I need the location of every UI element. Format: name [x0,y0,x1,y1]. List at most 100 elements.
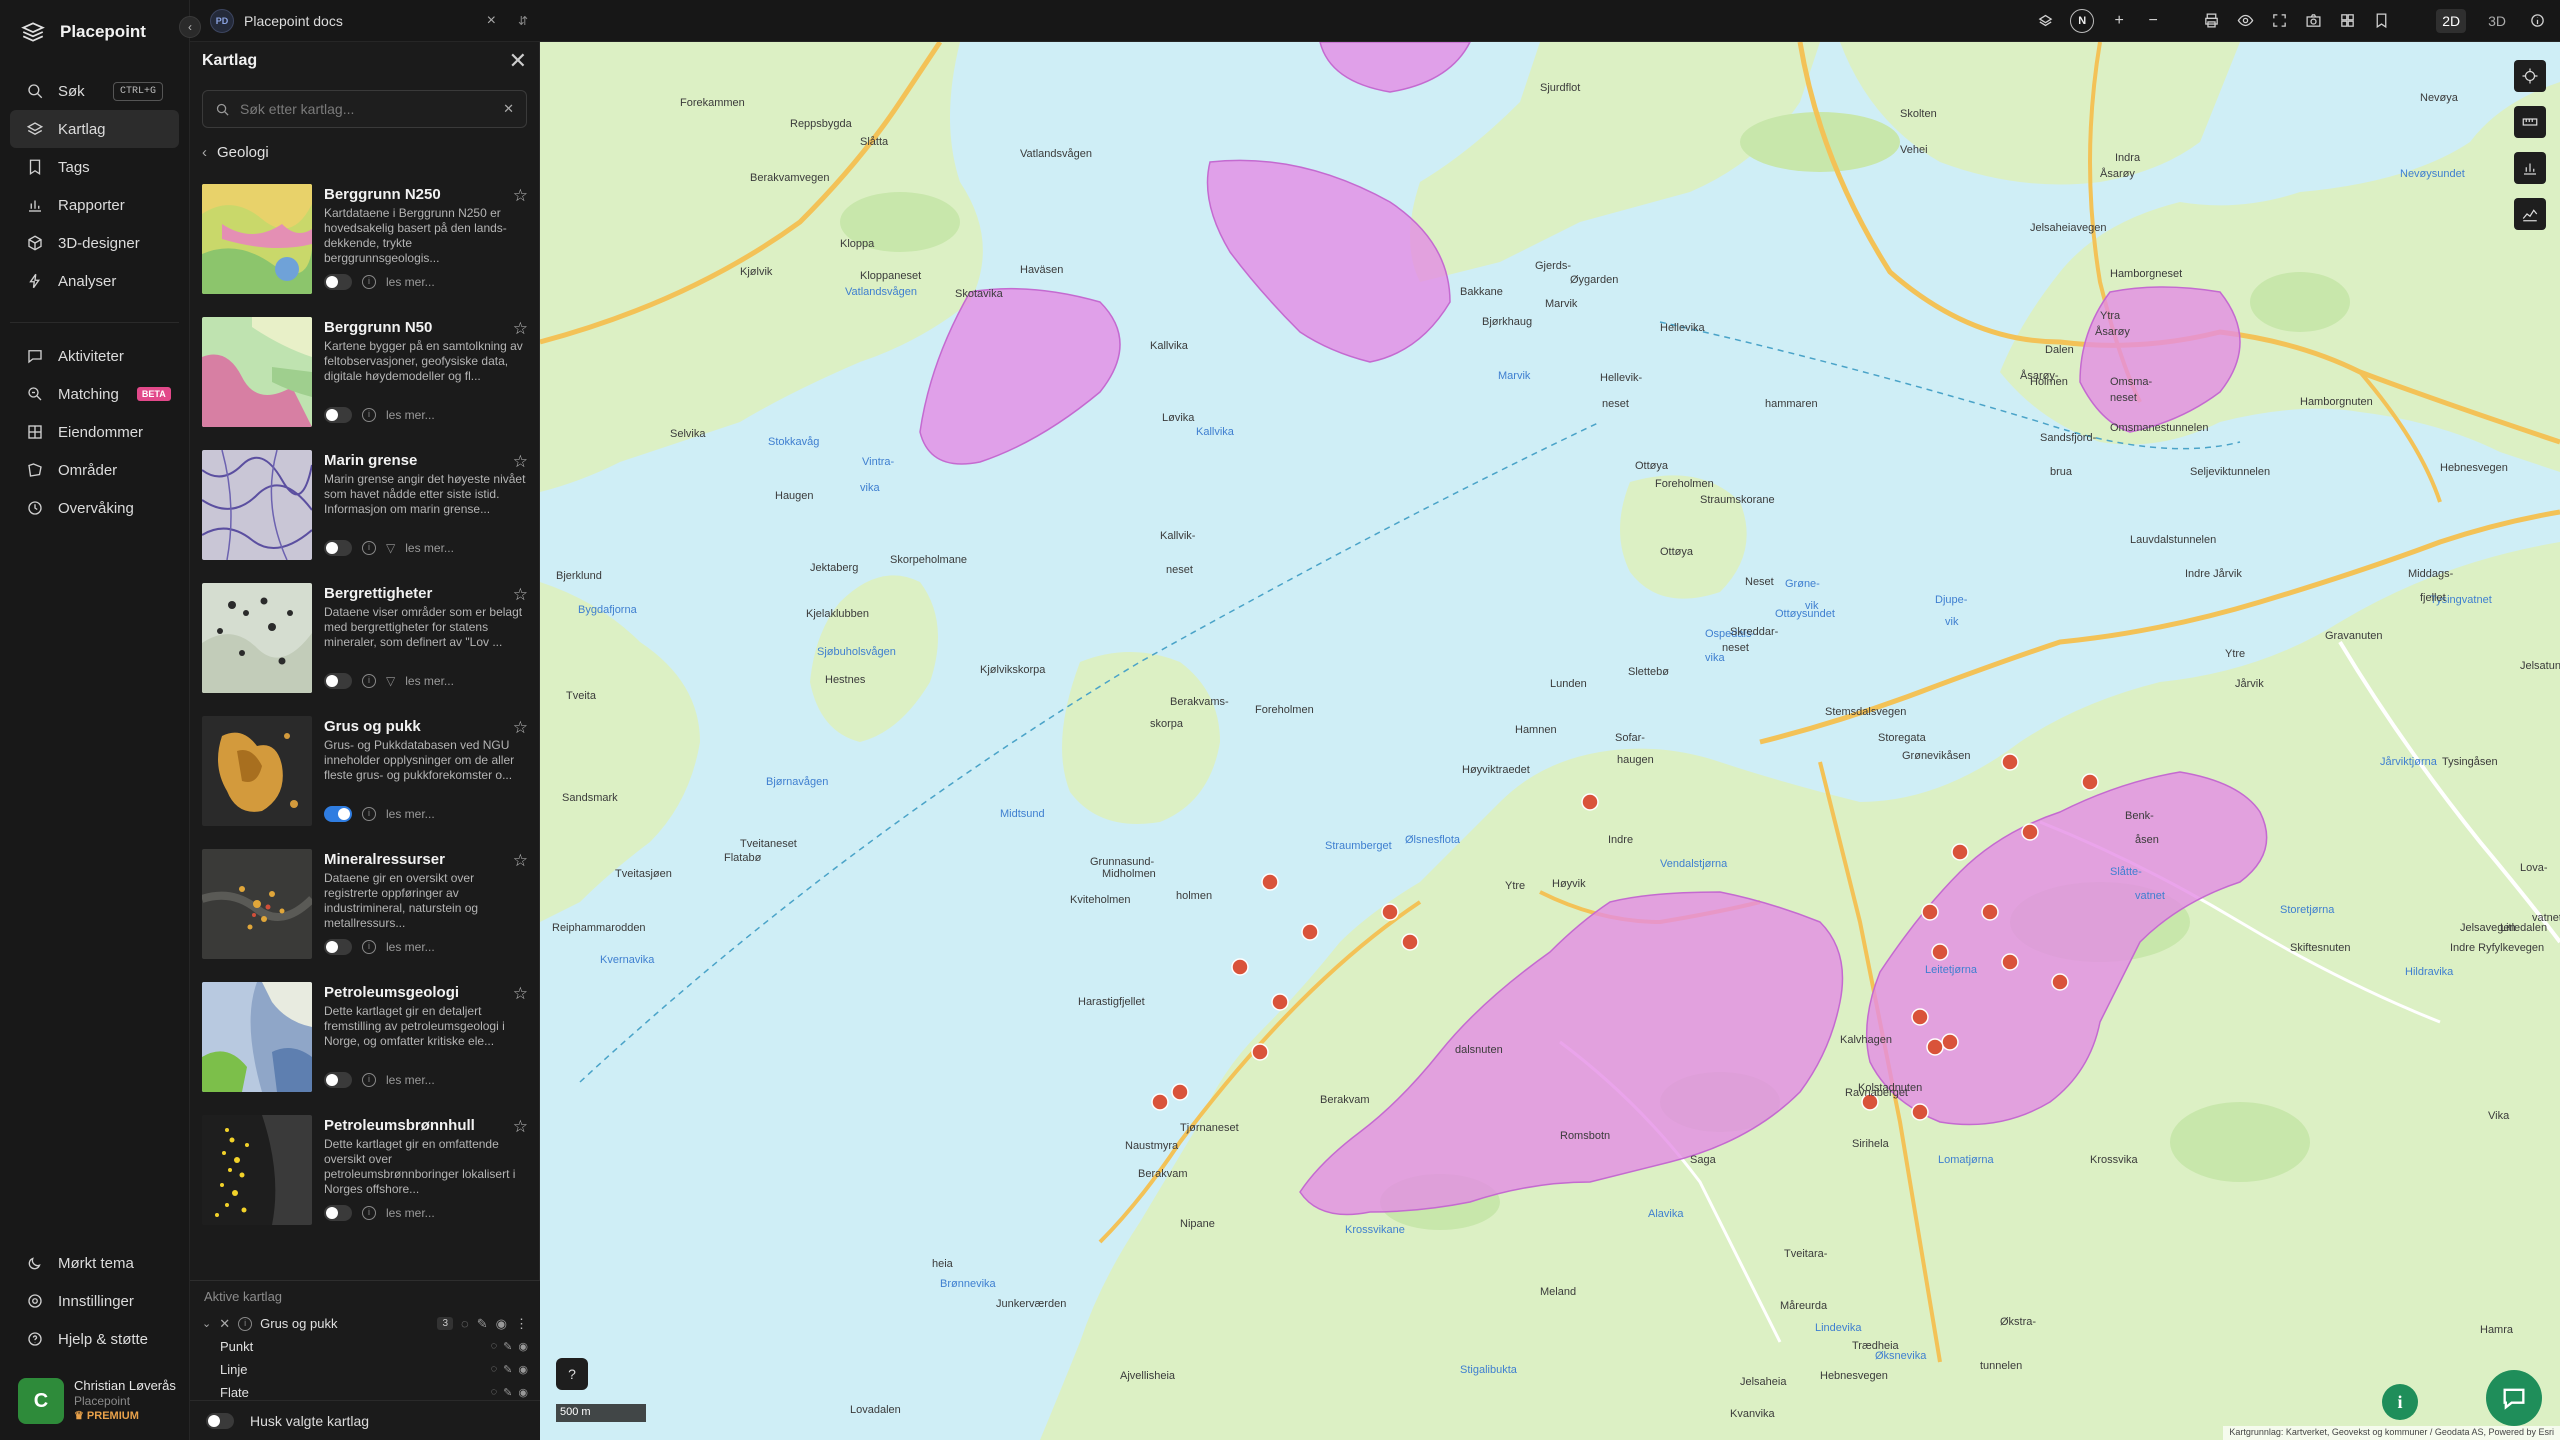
star-icon[interactable]: ☆ [513,718,528,738]
nav-item-3d-designer[interactable]: 3D-designer [10,224,179,262]
star-icon[interactable]: ☆ [513,585,528,605]
star-icon[interactable]: ☆ [513,186,528,206]
info-icon[interactable]: i [362,541,376,555]
nav-item-omrader[interactable]: Områder [10,451,179,489]
nav-item-tags[interactable]: Tags [10,148,179,186]
mode-3d-button[interactable]: 3D [2482,9,2512,33]
switch-doc-icon[interactable]: ⇵ [518,14,528,28]
layer-item[interactable]: Bergrettigheter ☆ Dataene viser områder … [190,583,540,716]
nav-item-settings[interactable]: Innstillinger [10,1282,180,1320]
read-more-link[interactable]: les mer... [405,674,454,688]
brand[interactable]: Placepoint [0,0,189,64]
read-more-link[interactable]: les mer... [386,1206,435,1220]
star-icon[interactable]: ☆ [513,984,528,1004]
layers-stack-icon[interactable] [2036,12,2054,30]
edit-icon[interactable]: ✎ [503,1386,512,1399]
remove-layer-icon[interactable]: ✕ [219,1316,230,1332]
read-more-link[interactable]: les mer... [386,1073,435,1087]
bookmark-icon[interactable] [2372,12,2390,30]
active-layer-row[interactable]: ⌄ ✕ i Grus og pukk 3 ◌ ✎ ◉ ⋮ [190,1312,540,1335]
opacity-icon[interactable]: ◌ [491,1340,498,1353]
layer-toggle[interactable] [324,274,352,290]
more-options-icon[interactable]: ⋮ [515,1316,528,1332]
close-panel-icon[interactable]: ✕ [509,48,527,74]
layer-toggle[interactable] [324,1072,352,1088]
fullscreen-icon[interactable] [2270,12,2288,30]
map-help-button[interactable]: ? [556,1358,588,1390]
opacity-icon[interactable]: ◌ [491,1363,498,1376]
layer-toggle[interactable] [324,1205,352,1221]
layer-toggle[interactable] [324,806,352,822]
eye-icon[interactable]: ◉ [518,1386,528,1399]
chevron-down-icon[interactable]: ⌄ [202,1317,211,1330]
map-canvas[interactable]: Forekammen Reppsbygda Slåtta Sjurdflot Vatla… [540,42,2560,1440]
layer-item[interactable]: Marin grense ☆ Marin grense angir det hø… [190,450,540,583]
edit-icon[interactable]: ✎ [477,1316,488,1332]
nav-item-matching[interactable]: Matching BETA [10,375,179,413]
info-icon[interactable]: i [362,1073,376,1087]
mode-2d-button[interactable]: 2D [2436,8,2467,33]
nav-item-aktiviteter[interactable]: Aktiviteter [10,337,179,375]
nav-item-kartlag[interactable]: Kartlag [10,110,179,148]
nav-item-eiendommer[interactable]: Eiendommer [10,413,179,451]
remember-layers-toggle[interactable] [206,1412,234,1429]
info-icon[interactable]: i [362,940,376,954]
nav-item-overvaking[interactable]: Overvåking [10,489,179,527]
info-icon[interactable] [2528,12,2546,30]
profile-tool[interactable] [2514,198,2546,230]
sublayer-row[interactable]: Linje ◌ ✎ ◉ [190,1358,540,1381]
user-profile[interactable]: C Christian Løverås Placepoint ♛ PREMIUM [18,1378,180,1424]
nav-item-sok[interactable]: Søk CTRL+G [10,72,179,110]
chart-tool[interactable] [2514,152,2546,184]
star-icon[interactable]: ☆ [513,851,528,871]
filter-icon[interactable]: ▽ [386,541,395,555]
nav-item-help[interactable]: Hjelp & støtte [10,1320,180,1358]
eye-icon[interactable] [2236,12,2254,30]
document-tab[interactable]: PD Placepoint docs × ⇵ [190,0,540,42]
layer-item[interactable]: Grus og pukk ☆ Grus- og Pukkdatabasen ve… [190,716,540,849]
layer-toggle[interactable] [324,407,352,423]
sublayer-row[interactable]: Punkt ◌ ✎ ◉ [190,1335,540,1358]
filter-icon[interactable]: ▽ [386,674,395,688]
info-icon[interactable]: i [362,807,376,821]
layer-toggle[interactable] [324,540,352,556]
layer-toggle[interactable] [324,939,352,955]
eye-icon[interactable]: ◉ [518,1363,528,1376]
edit-icon[interactable]: ✎ [503,1363,512,1376]
eye-icon[interactable]: ◉ [496,1316,507,1332]
layer-item[interactable]: Mineralressurser ☆ Dataene gir en oversi… [190,849,540,982]
zoom-in-icon[interactable]: + [2110,12,2128,30]
read-more-link[interactable]: les mer... [386,275,435,289]
info-button[interactable]: i [2382,1384,2418,1420]
read-more-link[interactable]: les mer... [386,940,435,954]
nav-item-analyser[interactable]: Analyser [10,262,179,300]
grid-view-icon[interactable] [2338,12,2356,30]
info-icon[interactable]: i [362,408,376,422]
layer-toggle[interactable] [324,673,352,689]
opacity-icon[interactable]: ◌ [491,1386,498,1399]
nav-item-rapporter[interactable]: Rapporter [10,186,179,224]
info-icon[interactable]: i [362,674,376,688]
layer-item[interactable]: Berggrunn N50 ☆ Kartene bygger på en sam… [190,317,540,450]
layer-search-input[interactable] [240,101,494,117]
read-more-link[interactable]: les mer... [386,408,435,422]
layer-item[interactable]: Berggrunn N250 ☆ Kartdataene i Berggrunn… [190,184,540,317]
breadcrumb[interactable]: ‹ Geologi [190,128,539,169]
layer-item[interactable]: Petroleumsbrønnhull ☆ Dette kartlaget gi… [190,1115,540,1248]
star-icon[interactable]: ☆ [513,319,528,339]
opacity-icon[interactable]: ◌ [461,1316,469,1331]
info-icon[interactable]: i [362,275,376,289]
close-doc-icon[interactable]: × [487,12,496,30]
collapse-nav-icon[interactable]: ‹ [179,16,201,38]
star-icon[interactable]: ☆ [513,452,528,472]
read-more-link[interactable]: les mer... [405,541,454,555]
clear-search-icon[interactable]: ✕ [503,101,514,117]
camera-icon[interactable] [2304,12,2322,30]
read-more-link[interactable]: les mer... [386,807,435,821]
info-icon[interactable]: i [362,1206,376,1220]
nav-item-dark-theme[interactable]: Mørkt tema [10,1244,180,1282]
chat-button[interactable] [2486,1370,2542,1426]
zoom-out-icon[interactable]: − [2144,12,2162,30]
eye-icon[interactable]: ◉ [518,1340,528,1353]
measure-tool[interactable] [2514,106,2546,138]
